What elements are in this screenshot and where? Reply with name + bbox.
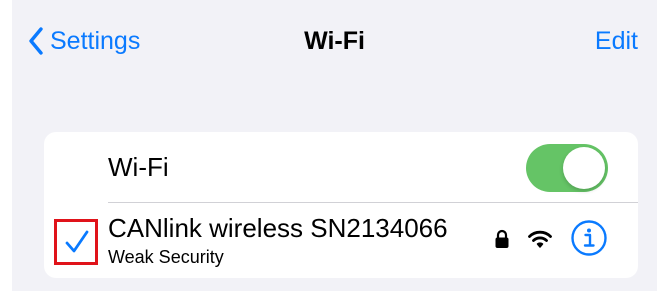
back-button[interactable]: Settings bbox=[28, 24, 140, 58]
back-button-label: Settings bbox=[50, 27, 141, 55]
navigation-bar: Settings Wi-Fi Edit bbox=[12, 0, 657, 84]
lock-icon bbox=[494, 229, 510, 254]
connected-highlight-box bbox=[54, 219, 98, 265]
wifi-toggle-label: Wi-Fi bbox=[108, 152, 169, 182]
edit-button[interactable]: Edit bbox=[595, 24, 638, 58]
info-icon[interactable] bbox=[570, 219, 608, 257]
wifi-toggle-switch[interactable] bbox=[526, 144, 608, 192]
chevron-left-icon bbox=[28, 27, 44, 55]
page-title-text: Wi-Fi bbox=[304, 27, 365, 55]
wifi-signal-icon bbox=[528, 229, 552, 254]
network-row[interactable]: CANlink wireless SN2134066 Weak Security bbox=[44, 203, 638, 278]
network-name: CANlink wireless SN2134066 bbox=[108, 213, 448, 243]
network-security-label: Weak Security bbox=[108, 247, 224, 267]
toggle-knob bbox=[563, 147, 605, 189]
wifi-settings-screen: Settings Wi-Fi Edit Wi-Fi CANlink wirele… bbox=[12, 0, 657, 291]
wifi-toggle-row: Wi-Fi bbox=[44, 132, 638, 202]
wifi-settings-group: Wi-Fi CANlink wireless SN2134066 Weak Se… bbox=[44, 132, 638, 278]
